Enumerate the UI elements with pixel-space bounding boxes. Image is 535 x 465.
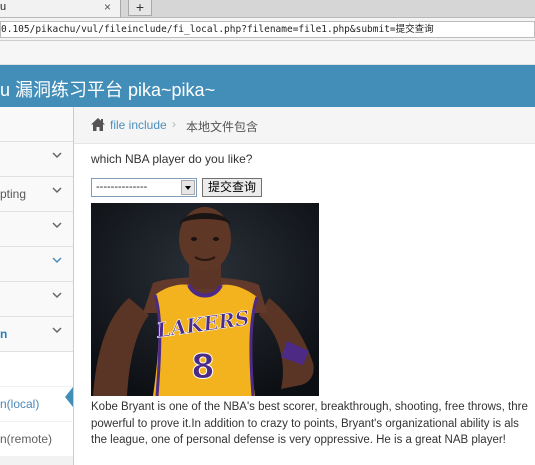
select-value: --------------	[96, 181, 148, 193]
sidebar-subitem-overview[interactable]	[0, 352, 73, 386]
bio-line: powerful to prove it.In addition to craz…	[91, 417, 519, 430]
bio-line: the league, one of personal defense is v…	[91, 434, 506, 446]
sidebar-item-1[interactable]	[0, 107, 73, 142]
tab-close-icon[interactable]: ×	[104, 0, 111, 14]
sidebar-item-label: pting	[0, 187, 27, 201]
site-title[interactable]: u 漏洞练习平台 pika~pika~	[0, 76, 215, 102]
chevron-down-icon	[52, 327, 62, 334]
site-header: u 漏洞练习平台 pika~pika~	[0, 65, 535, 107]
bio-line: Kobe Bryant is one of the NBA's best sco…	[91, 401, 528, 413]
breadcrumb-current: 本地文件包含	[186, 120, 259, 134]
sidebar-subitem-remote[interactable]: n(remote)	[0, 422, 73, 456]
url-input[interactable]: 0.105/pikachu/vul/fileinclude/fi_local.p…	[0, 21, 535, 38]
tab-title: u	[0, 1, 7, 13]
player-bio: Kobe Bryant is one of the NBA's best sco…	[91, 399, 535, 449]
sidebar-item-6[interactable]	[0, 282, 73, 317]
chevron-down-icon	[52, 257, 62, 264]
home-icon	[91, 118, 105, 131]
address-bar: 0.105/pikachu/vul/fileinclude/fi_local.p…	[0, 18, 535, 41]
breadcrumb: file include › 本地文件包含	[74, 107, 535, 144]
sidebar-item-label: n	[0, 327, 8, 341]
question-text: which NBA player do you like?	[91, 152, 253, 166]
submit-button[interactable]: 提交查询	[202, 178, 262, 197]
kobe-bryant-image: LAKERS 8	[91, 203, 319, 396]
chevron-down-icon	[52, 152, 62, 159]
sidebar: pting n n(local) n(remote)	[0, 107, 74, 465]
player-select[interactable]: --------------	[91, 178, 197, 197]
sidebar-item-2[interactable]	[0, 142, 73, 177]
sidebar-subitem-label: n(local)	[0, 397, 40, 411]
sidebar-subitem-label: n(remote)	[0, 432, 53, 446]
sidebar-item-file-inclusion[interactable]: n	[0, 317, 73, 352]
browser-tab[interactable]: u ×	[0, 0, 121, 17]
selected-item-indicator	[65, 387, 73, 407]
chevron-down-icon	[52, 187, 62, 194]
dropdown-arrow-icon	[185, 186, 191, 190]
browser-toolbar-gap	[0, 41, 535, 65]
breadcrumb-separator: ›	[172, 117, 176, 131]
breadcrumb-link[interactable]: file include	[110, 118, 167, 132]
sidebar-subitem-local[interactable]: n(local)	[0, 387, 73, 421]
chevron-down-icon	[52, 222, 62, 229]
new-tab-button[interactable]: +	[128, 0, 152, 16]
chevron-down-icon	[52, 292, 62, 299]
dropdown-button[interactable]	[181, 180, 195, 195]
sidebar-item-5[interactable]	[0, 247, 73, 282]
player-photo: LAKERS 8	[91, 203, 319, 396]
sidebar-item-4[interactable]	[0, 212, 73, 247]
svg-text:8: 8	[191, 347, 215, 387]
browser-tab-bar: u × +	[0, 0, 535, 18]
sidebar-item-3[interactable]: pting	[0, 177, 73, 212]
